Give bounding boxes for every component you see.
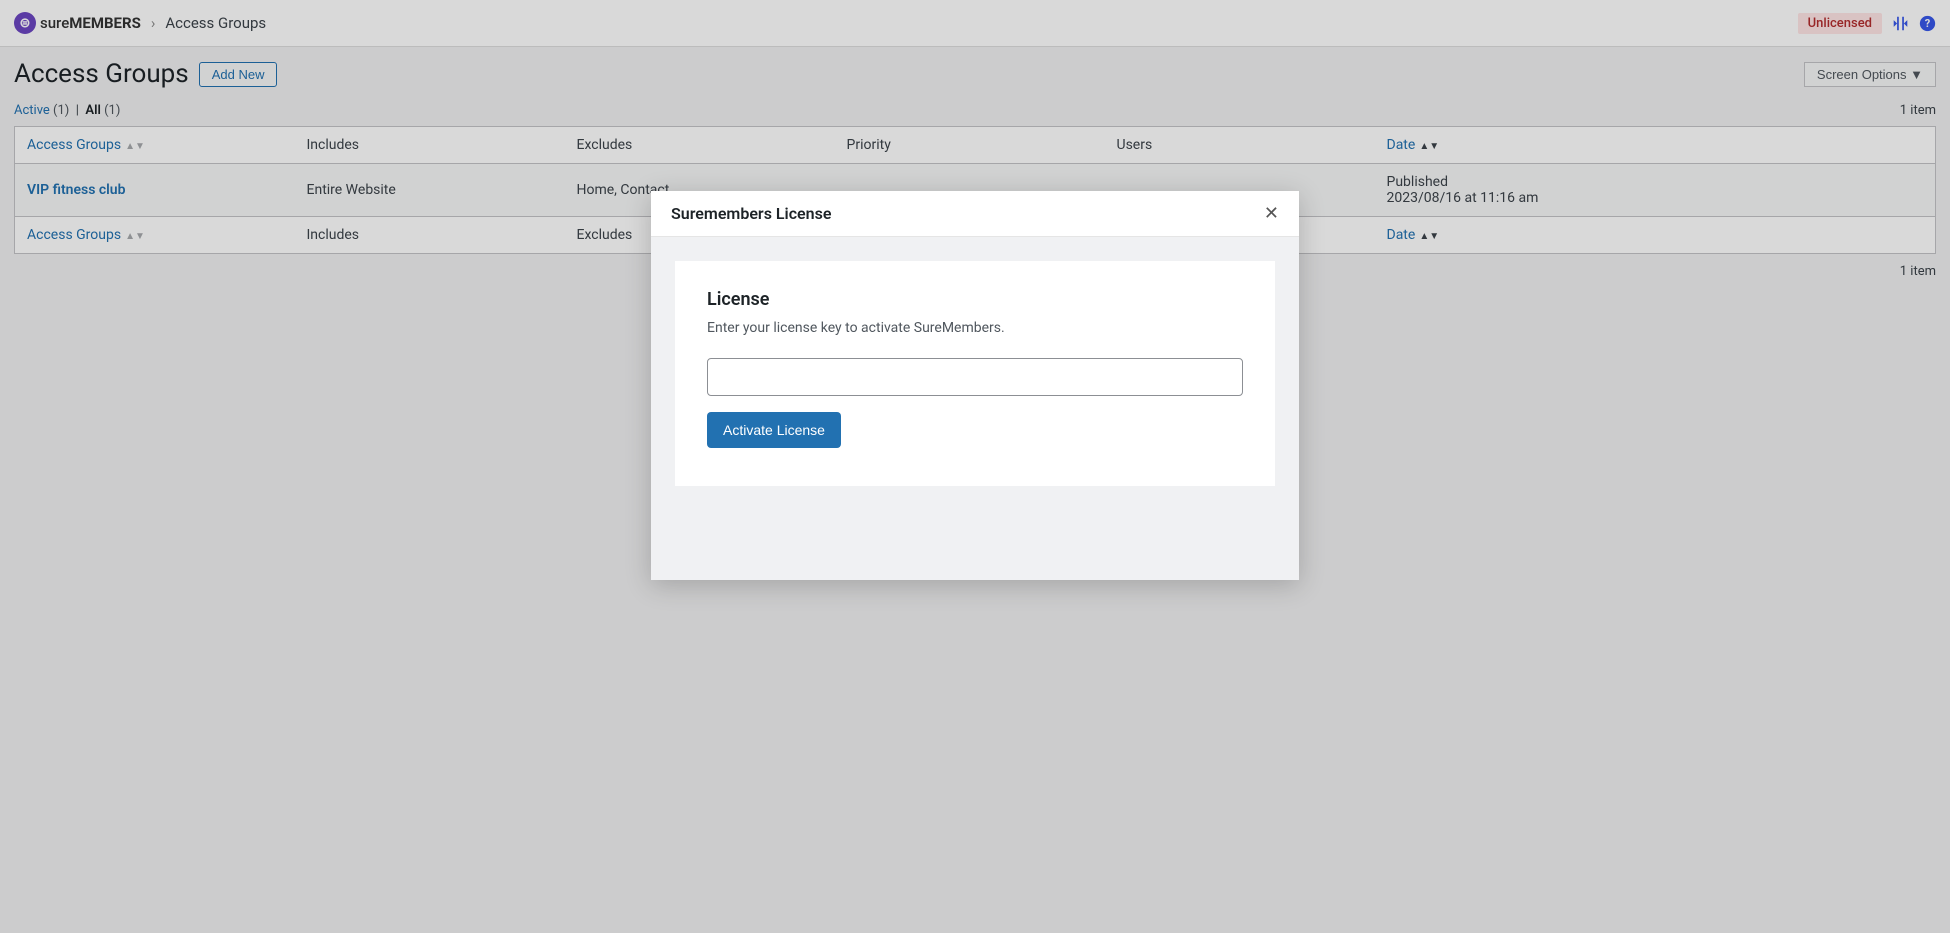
license-heading: License — [707, 289, 1243, 310]
license-key-input[interactable] — [707, 358, 1243, 396]
license-helptext: Enter your license key to activate SureM… — [707, 320, 1243, 336]
license-modal: Suremembers License ✕ License Enter your… — [651, 191, 1299, 580]
activate-license-button[interactable]: Activate License — [707, 412, 841, 448]
close-icon[interactable]: ✕ — [1264, 203, 1279, 224]
modal-title: Suremembers License — [671, 204, 831, 223]
